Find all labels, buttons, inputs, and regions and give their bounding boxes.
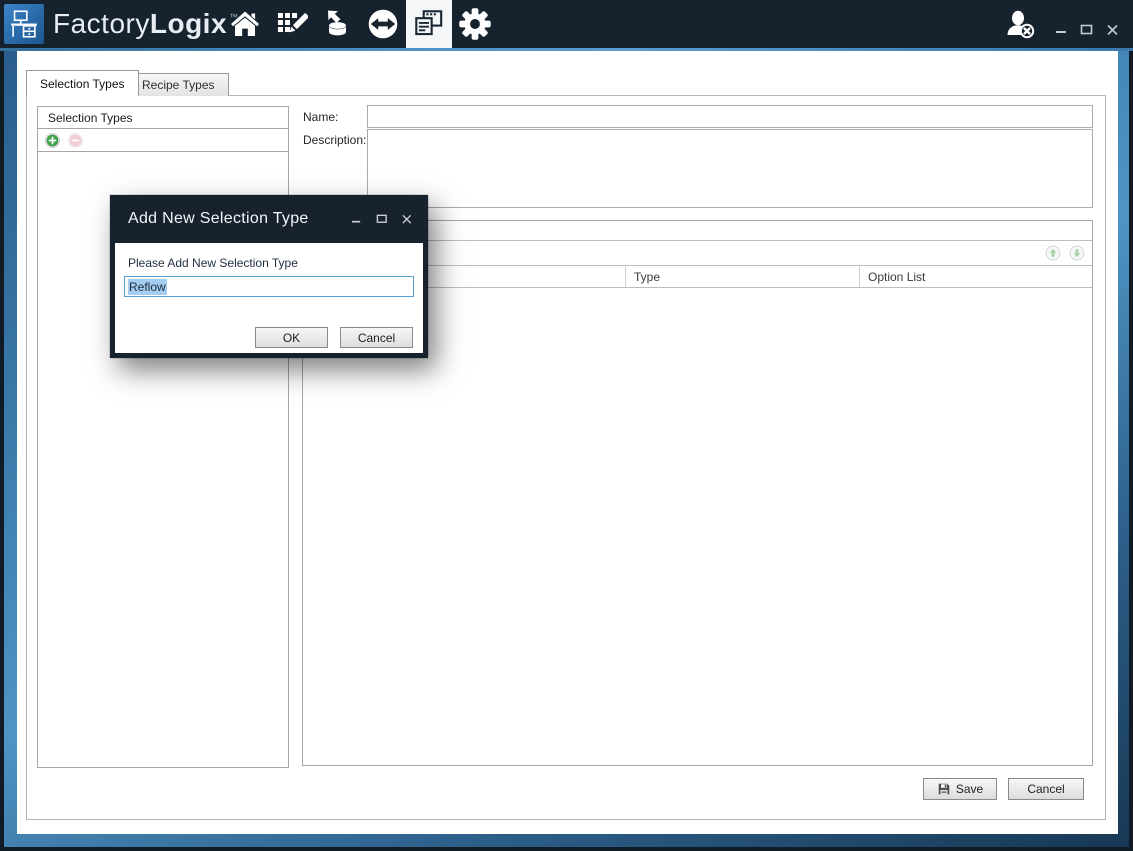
description-label: Description: — [303, 133, 366, 147]
dialog-body: Please Add New Selection Type Reflow OK … — [115, 243, 423, 353]
close-icon — [1106, 23, 1119, 36]
column-header-type[interactable]: Type — [625, 266, 859, 287]
name-value — [368, 106, 1092, 112]
description-input[interactable] — [367, 129, 1093, 208]
panel-title: Selection Types — [48, 111, 133, 125]
tab-recipe-types[interactable]: Recipe Types — [128, 73, 229, 96]
remove-selection-type-button[interactable] — [68, 133, 83, 148]
arrow-down-circle-icon — [1069, 245, 1085, 261]
nav-forms[interactable] — [406, 0, 452, 48]
title-bar: FactoryLogix™ — [0, 0, 1133, 48]
factorylogix-window: FactoryLogix™ — [0, 0, 1133, 851]
app-brand: FactoryLogix™ — [53, 7, 239, 41]
close-button[interactable] — [1104, 21, 1121, 38]
nav-database-import[interactable] — [314, 0, 360, 48]
nav-table-edit[interactable] — [268, 0, 314, 48]
home-icon — [228, 7, 262, 41]
ok-label: OK — [283, 331, 300, 345]
move-up-button[interactable] — [1045, 245, 1061, 261]
save-button[interactable]: Save — [923, 778, 997, 800]
save-label: Save — [956, 782, 983, 796]
column-label: Option List — [868, 270, 925, 284]
app-logo[interactable] — [4, 4, 44, 44]
maximize-icon — [376, 213, 388, 225]
main-content: Selection Types Recipe Types Selection T… — [17, 51, 1118, 834]
dialog-minimize-button[interactable] — [349, 212, 364, 227]
forms-icon — [411, 6, 447, 42]
window-frame: Selection Types Recipe Types Selection T… — [0, 51, 1133, 851]
name-input[interactable] — [367, 105, 1093, 128]
dialog-prompt: Please Add New Selection Type — [128, 256, 298, 270]
arrow-up-circle-icon — [1045, 245, 1061, 261]
add-selection-type-button[interactable] — [45, 133, 60, 148]
user-logout-button[interactable] — [1002, 6, 1038, 42]
tab-label: Selection Types — [40, 77, 125, 91]
dialog-close-button[interactable] — [399, 212, 414, 227]
minimize-button[interactable] — [1052, 21, 1069, 38]
column-header-option-list[interactable]: Option List — [859, 266, 1092, 287]
maximize-icon — [1080, 23, 1093, 36]
cancel-label: Cancel — [1027, 782, 1064, 796]
desk-computer-icon — [7, 7, 41, 41]
name-label: Name: — [303, 110, 338, 124]
sync-transfer-icon — [365, 6, 401, 42]
input-selected-text: Reflow — [128, 279, 167, 295]
plus-circle-icon — [45, 133, 60, 148]
user-logout-icon — [1003, 7, 1037, 41]
brand-logix: Logix — [150, 8, 227, 40]
gear-icon — [457, 6, 493, 42]
new-selection-type-input[interactable]: Reflow — [124, 276, 414, 297]
cancel-button[interactable]: Cancel — [1008, 778, 1084, 800]
window-controls — [1052, 21, 1121, 38]
dialog-ok-button[interactable]: OK — [255, 327, 328, 348]
tab-label: Recipe Types — [142, 78, 215, 92]
description-value — [368, 130, 1092, 136]
move-down-button[interactable] — [1069, 245, 1085, 261]
add-new-selection-type-dialog: Add New Selection Type — [110, 195, 428, 358]
nav-settings[interactable] — [452, 0, 498, 48]
dialog-window-controls — [349, 195, 414, 243]
column-label: Type — [634, 270, 660, 284]
dialog-title-bar[interactable]: Add New Selection Type — [110, 195, 428, 243]
database-import-icon — [320, 7, 354, 41]
table-edit-icon — [274, 7, 308, 41]
floppy-disk-icon — [937, 782, 951, 796]
dialog-cancel-label: Cancel — [358, 331, 395, 345]
brand-factory: Factory — [53, 8, 150, 40]
selection-types-panel-header: Selection Types — [38, 107, 288, 129]
maximize-button[interactable] — [1078, 21, 1095, 38]
close-icon — [401, 213, 413, 225]
minimize-icon — [351, 214, 362, 225]
dialog-cancel-button[interactable]: Cancel — [340, 327, 413, 348]
dialog-title: Add New Selection Type — [110, 210, 309, 228]
nav-home[interactable] — [222, 0, 268, 48]
selection-types-toolbar — [38, 129, 288, 152]
topbar-right — [1002, 0, 1121, 48]
options-table-body[interactable] — [303, 290, 1092, 765]
main-nav — [222, 0, 498, 48]
minus-circle-icon — [68, 133, 83, 148]
minimize-icon — [1055, 23, 1067, 35]
nav-sync-transfer[interactable] — [360, 0, 406, 48]
tab-selection-types[interactable]: Selection Types — [26, 70, 139, 96]
window-frame-border: Selection Types Recipe Types Selection T… — [4, 51, 1129, 847]
dialog-maximize-button[interactable] — [374, 212, 389, 227]
